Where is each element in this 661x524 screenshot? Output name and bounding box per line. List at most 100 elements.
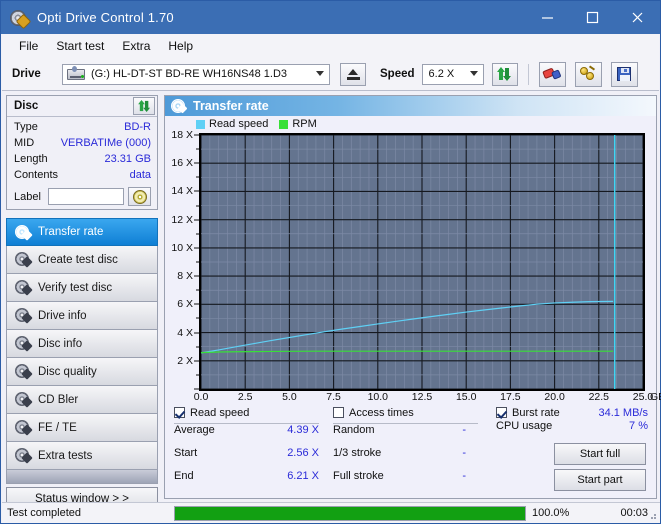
stat-key: Start xyxy=(174,447,197,459)
refresh-icon xyxy=(497,67,512,81)
y-axis-tick-label: 4 X xyxy=(177,327,193,339)
eject-button[interactable] xyxy=(340,63,366,86)
sidebar-item-label: Create test disc xyxy=(38,254,118,266)
read-speed-stats: Read speed Average 4.39 X Start 2.56 X E… xyxy=(174,405,319,493)
read-speed-checkbox-row[interactable]: Read speed xyxy=(174,405,319,420)
sidebar-item-label: CD Bler xyxy=(38,394,78,406)
burst-rate-checkbox-label: Burst rate xyxy=(512,407,560,419)
disc-panel-header: Disc xyxy=(7,96,157,117)
sidebar-item-extra-tests[interactable]: Extra tests xyxy=(6,442,158,470)
disc-row-value: VERBATIMe (000) xyxy=(61,137,151,149)
stat-key: 1/3 stroke xyxy=(333,447,381,459)
tools-button[interactable] xyxy=(575,62,602,87)
disc-icon xyxy=(14,225,31,240)
toolbar-divider xyxy=(528,64,529,85)
menu-item-start-test[interactable]: Start test xyxy=(47,36,113,56)
disc-rows: Type BD-R MID VERBATIMe (000) Length 23.… xyxy=(7,117,157,206)
cd-disc-icon xyxy=(133,190,147,204)
read-speed-checkbox[interactable] xyxy=(174,407,185,418)
disc-icon xyxy=(14,420,31,435)
sidebar-item-fe-te[interactable]: FE / TE xyxy=(6,414,158,442)
disc-icon xyxy=(14,252,31,267)
access-times-checkbox[interactable] xyxy=(333,407,344,418)
start-part-label: Start part xyxy=(577,474,622,486)
status-bar: Test completed 100.0% 00:03 xyxy=(2,502,660,523)
sidebar-item-label: Disc quality xyxy=(38,366,97,378)
maximize-icon[interactable] xyxy=(570,1,615,34)
stat-row-random: Random - xyxy=(333,424,478,447)
stat-row-cpu-usage: CPU usage 7 % xyxy=(496,420,648,441)
erase-button[interactable] xyxy=(539,62,566,87)
stat-key: Full stroke xyxy=(333,470,384,482)
save-button[interactable] xyxy=(611,62,638,87)
disc-icon xyxy=(14,336,31,351)
stat-value: 7 % xyxy=(629,420,648,432)
disc-icon xyxy=(14,280,31,295)
tools-icon xyxy=(580,67,596,81)
status-message: Test completed xyxy=(2,507,174,519)
disc-label-button[interactable] xyxy=(128,187,151,206)
menu-bar: File Start test Extra Help xyxy=(2,34,659,58)
start-part-button[interactable]: Start part xyxy=(554,469,646,491)
elapsed-time: 00:03 xyxy=(592,507,648,519)
menu-item-file[interactable]: File xyxy=(10,36,47,56)
transfer-rate-chart: Read speed RPM 2 X4 X6 X8 X10 X12 X14 X1… xyxy=(165,116,656,404)
drive-toolbar: Drive (G:) HL-DT-ST BD-RE WH16NS48 1.D3 … xyxy=(2,58,659,91)
stat-value: 4.39 X xyxy=(287,424,319,436)
x-axis-unit-label: GB xyxy=(650,391,661,403)
y-axis-tick-label: 12 X xyxy=(171,214,193,226)
sidebar-item-disc-quality[interactable]: Disc quality xyxy=(6,358,158,386)
disc-refresh-button[interactable] xyxy=(133,97,155,115)
speed-select[interactable]: 6.2 X xyxy=(422,64,484,85)
sidebar-item-transfer-rate[interactable]: Transfer rate xyxy=(6,218,158,246)
x-axis-tick-label: 5.0 xyxy=(282,391,297,403)
eraser-icon xyxy=(542,65,563,83)
refresh-button[interactable] xyxy=(492,63,518,86)
stat-value: 6.21 X xyxy=(287,470,319,482)
disc-row-length: Length 23.31 GB xyxy=(14,153,151,169)
sidebar-item-cd-bler[interactable]: CD Bler xyxy=(6,386,158,414)
disc-label-row: Label xyxy=(14,187,151,206)
chart-legend: Read speed RPM xyxy=(196,118,324,130)
disc-icon xyxy=(14,364,31,379)
close-icon[interactable] xyxy=(615,1,660,34)
stat-value: - xyxy=(462,470,478,482)
sidebar-item-drive-info[interactable]: Drive info xyxy=(6,302,158,330)
nav-filler xyxy=(6,470,158,484)
access-times-checkbox-row[interactable]: Access times xyxy=(333,405,478,420)
burst-rate-checkbox-row[interactable]: Burst rate 34.1 MB/s xyxy=(496,405,648,420)
disc-row-key: MID xyxy=(14,137,34,149)
disc-row-value: 23.31 GB xyxy=(105,153,151,165)
sidebar-item-label: Extra tests xyxy=(38,450,92,462)
sidebar-item-label: Drive info xyxy=(38,310,87,322)
stat-key: CPU usage xyxy=(496,420,552,432)
x-axis-tick-label: 20.0 xyxy=(544,391,564,403)
sidebar-item-create-test-disc[interactable]: Create test disc xyxy=(6,246,158,274)
x-axis-tick-label: 7.5 xyxy=(326,391,341,403)
disc-label-input[interactable] xyxy=(48,188,124,205)
y-axis-tick-label: 18 X xyxy=(171,129,193,141)
disc-icon xyxy=(14,392,31,407)
sidebar-item-disc-info[interactable]: Disc info xyxy=(6,330,158,358)
menu-item-help[interactable]: Help xyxy=(159,36,202,56)
x-axis-tick-label: 22.5 xyxy=(589,391,609,403)
access-times-checkbox-label: Access times xyxy=(349,407,414,419)
drive-select[interactable]: (G:) HL-DT-ST BD-RE WH16NS48 1.D3 xyxy=(62,64,330,85)
sidebar-item-verify-test-disc[interactable]: Verify test disc xyxy=(6,274,158,302)
stat-row-average: Average 4.39 X xyxy=(174,424,319,447)
page-title: Transfer rate xyxy=(193,99,269,113)
disc-icon xyxy=(14,308,31,323)
chart-y-axis: 2 X4 X6 X8 X10 X12 X14 X16 X18 X xyxy=(165,116,199,408)
x-axis-tick-label: 12.5 xyxy=(412,391,432,403)
y-axis-tick-label: 6 X xyxy=(177,298,193,310)
legend-swatch-rpm xyxy=(279,120,288,129)
minimize-icon[interactable] xyxy=(525,1,570,34)
burst-rate-checkbox[interactable] xyxy=(496,407,507,418)
x-axis-tick-label: 17.5 xyxy=(500,391,520,403)
start-full-button[interactable]: Start full xyxy=(554,443,646,465)
y-axis-tick-label: 8 X xyxy=(177,270,193,282)
resize-grip-icon[interactable] xyxy=(647,510,657,520)
progress-bar-fill xyxy=(175,507,525,520)
drive-select-value: (G:) HL-DT-ST BD-RE WH16NS48 1.D3 xyxy=(89,68,287,80)
menu-item-extra[interactable]: Extra xyxy=(113,36,159,56)
